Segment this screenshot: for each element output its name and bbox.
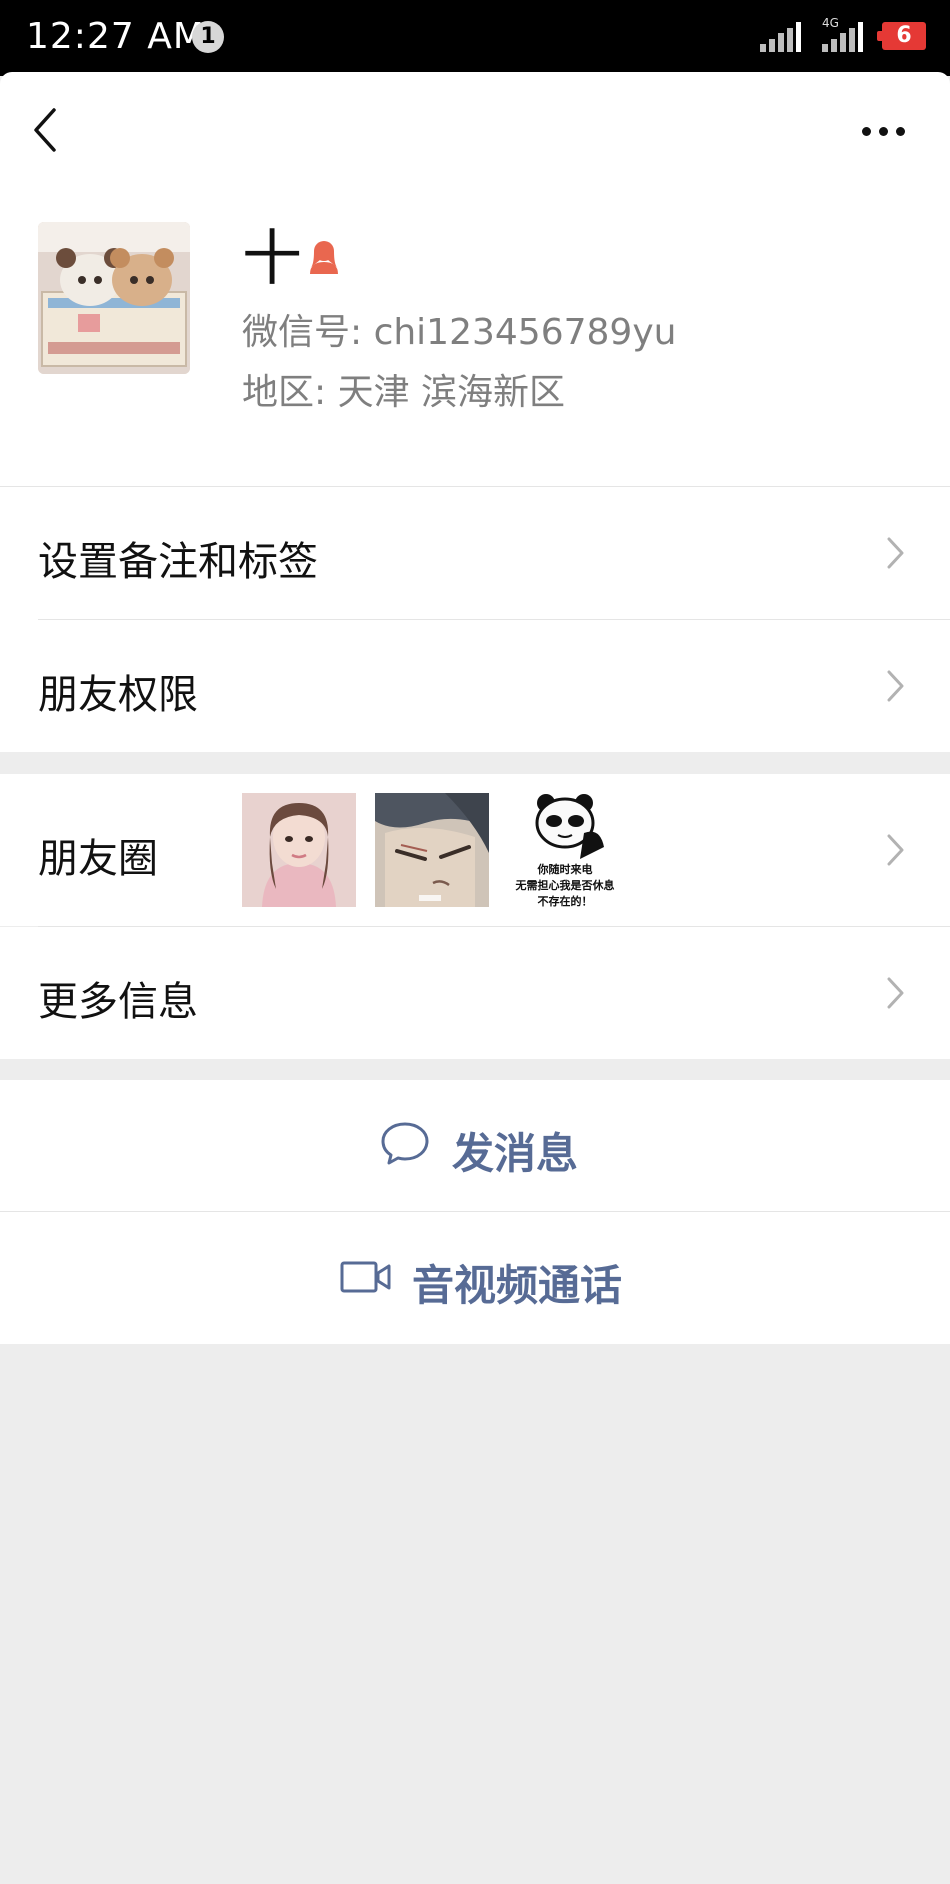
video-call-button[interactable]: 音视频通话 (0, 1212, 950, 1344)
photo-anime-man-icon (375, 793, 489, 907)
svg-text:不存在的！: 不存在的！ (538, 894, 593, 907)
battery-icon: 6 (877, 22, 926, 50)
more-info-label: 更多信息 (38, 979, 198, 1025)
more-dot-icon (896, 127, 905, 136)
send-message-button[interactable]: 发消息 (0, 1080, 950, 1211)
video-camera-icon (340, 1261, 391, 1293)
moments-label: 朋友圈 (38, 836, 158, 882)
friend-permissions-label: 朋友权限 (38, 672, 198, 718)
chevron-right-icon (887, 834, 904, 866)
avatar[interactable] (38, 222, 190, 374)
more-options-button[interactable] (856, 110, 910, 150)
photo-panda-meme-icon: 你随时来电 无需担心我是否休息 不存在的！ (508, 793, 622, 907)
moments-thumbnail-1 (242, 793, 356, 907)
chevron-right-icon (887, 670, 904, 702)
more-info-row[interactable]: 更多信息 (0, 927, 950, 1059)
avatar-kittens-image (38, 222, 190, 374)
signal-strength-icon (760, 22, 804, 52)
photo-girl-icon (242, 793, 356, 907)
more-dot-icon (879, 127, 888, 136)
signal-strength-2-icon (822, 22, 866, 52)
moments-thumbnail-3: 你随时来电 无需担心我是否休息 不存在的！ (508, 793, 622, 907)
more-dot-icon (862, 127, 871, 136)
send-message-label: 发消息 (452, 1129, 579, 1178)
status-time: 12:27 AM (26, 16, 205, 57)
back-button[interactable] (24, 98, 68, 162)
svg-text:无需担心我是否休息: 无需担心我是否休息 (515, 878, 615, 892)
video-call-label: 音视频通话 (412, 1261, 623, 1310)
profile-nickname: 十 (242, 224, 302, 294)
region: 地区: 天津 滨海新区 (242, 372, 566, 413)
chevron-right-icon (887, 537, 904, 569)
chevron-right-icon (887, 977, 904, 1009)
female-gender-icon (310, 241, 338, 274)
friend-permissions-row[interactable]: 朋友权限 (0, 620, 950, 752)
wechat-id: 微信号: chi123456789yu (242, 312, 677, 353)
remark-tags-row[interactable]: 设置备注和标签 (0, 487, 950, 619)
chevron-left-icon (34, 108, 56, 152)
status-bar: 12:27 AM 1 4G 6 (0, 0, 950, 76)
remark-tags-label: 设置备注和标签 (38, 539, 318, 585)
notification-badge: 1 (192, 21, 224, 53)
svg-text:你随时来电: 你随时来电 (537, 862, 593, 876)
moments-thumbnail-2 (375, 793, 489, 907)
chat-bubble-icon (381, 1122, 429, 1165)
